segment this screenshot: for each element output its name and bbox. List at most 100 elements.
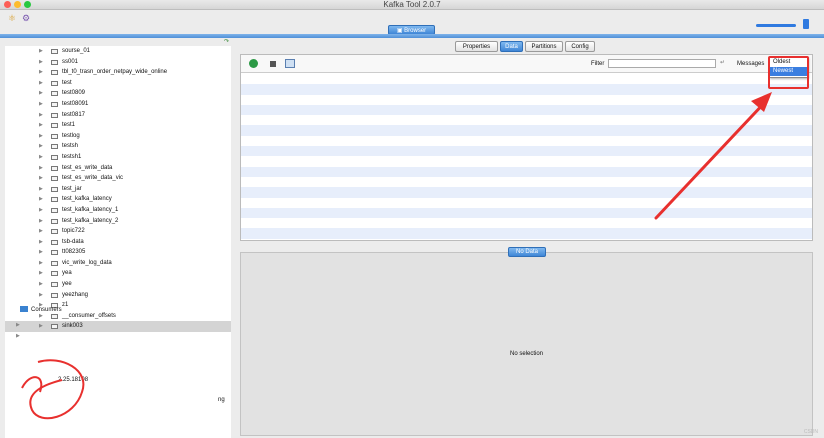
tree-item-topic[interactable]: ▶ test0817 [5, 110, 231, 121]
expand-icon[interactable]: ▶ [39, 247, 43, 258]
tree-item-topic[interactable]: ▶ testsh1 [5, 152, 231, 163]
trash-icon[interactable] [803, 19, 809, 29]
topic-icon [51, 144, 58, 150]
tree-node-hidden[interactable]: ▶ [0, 331, 100, 341]
expand-icon[interactable]: ▶ [39, 290, 43, 301]
table-row[interactable] [241, 74, 812, 85]
table-row[interactable] [241, 125, 812, 136]
table-row[interactable] [241, 104, 812, 116]
topic-label: sourse_01 [62, 48, 91, 54]
expand-icon[interactable]: ▶ [39, 78, 43, 89]
tree-item-topic[interactable]: ▶ yee [5, 279, 231, 290]
expand-icon[interactable]: ▶ [39, 141, 43, 152]
expand-icon[interactable]: ▶ [39, 205, 43, 216]
expand-icon[interactable]: ▶ [39, 57, 43, 68]
table-row[interactable] [241, 146, 812, 157]
messages-label: Messages [737, 61, 765, 67]
view-icon[interactable] [285, 59, 295, 68]
table-row[interactable] [241, 94, 812, 105]
tree-item-topic[interactable]: ▶ test0809 [5, 88, 231, 99]
table-row[interactable] [241, 115, 812, 126]
tree-item-topic[interactable]: ▶ topic722 [5, 226, 231, 237]
table-row[interactable] [241, 207, 812, 219]
progress-bar [756, 24, 796, 27]
table-row[interactable] [241, 228, 812, 239]
table-row[interactable] [241, 176, 812, 188]
tree-item-topic[interactable]: ▶ yeezhang [5, 290, 231, 301]
tree-item-topic[interactable]: ▶ yea [5, 268, 231, 279]
table-row[interactable] [241, 187, 812, 198]
message-detail-panel: No selection [240, 252, 813, 436]
expand-icon[interactable]: ▶ [39, 131, 43, 142]
tree-item-topic[interactable]: ▶ test_es_write_data_vic [5, 173, 231, 184]
play-icon[interactable] [249, 59, 258, 68]
expand-icon[interactable]: ▶ [39, 110, 43, 121]
expand-icon[interactable]: ▶ [39, 152, 43, 163]
tree-item-topic[interactable]: ▶ test_jar [5, 184, 231, 195]
tree-item-topic[interactable]: ▶ tsb-data [5, 237, 231, 248]
expand-icon[interactable]: ▶ [39, 194, 43, 205]
topic-label: z1 [62, 302, 69, 309]
topic-label: test_es_write_data_vic [62, 175, 124, 182]
expand-icon[interactable]: ▶ [39, 237, 43, 248]
table-row[interactable] [241, 218, 812, 229]
refresh-icon[interactable]: ↷ [224, 38, 229, 45]
topic-label: ss001 [62, 58, 79, 65]
topic-label: topic722 [62, 228, 85, 235]
tab-data[interactable]: Data [500, 41, 523, 52]
expand-icon[interactable]: ▶ [39, 120, 43, 131]
expand-icon[interactable]: ▶ [39, 46, 43, 57]
expand-icon[interactable]: ▶ [39, 163, 43, 174]
stop-icon[interactable] [270, 61, 276, 67]
topic-icon [51, 186, 58, 192]
no-selection-text: No selection [509, 351, 544, 357]
tree-item-topic[interactable]: ▶ testlog [5, 131, 231, 142]
filter-apply-icon[interactable]: ↵ [720, 59, 725, 66]
expand-icon[interactable]: ▶ [39, 268, 43, 279]
data-toolbar: Filter ↵ Messages Oldest Newest [241, 55, 812, 78]
tree-item-topic[interactable]: ▶ test_kafka_latency [5, 194, 231, 205]
expand-icon[interactable]: ▶ [39, 184, 43, 195]
expand-icon[interactable]: ▶ [39, 226, 43, 237]
tree-item-topic[interactable]: ▶ testsh [5, 141, 231, 152]
tree-item-topic[interactable]: ▶ tt082305 [5, 247, 231, 258]
tree-item-topic[interactable]: ▶ test08091 [5, 99, 231, 110]
consumers-node[interactable]: Consumers [20, 305, 62, 315]
topic-label: test1 [62, 122, 76, 129]
topic-icon [51, 133, 58, 139]
tree-item-topic[interactable]: ▶ sourse_01 [5, 46, 231, 57]
tab-properties[interactable]: Properties [455, 41, 498, 52]
tree-item-topic[interactable]: ▶ test [5, 78, 231, 89]
table-row[interactable] [241, 135, 812, 147]
table-row[interactable] [241, 166, 812, 177]
topic-icon [51, 101, 58, 107]
table-row[interactable] [241, 197, 812, 208]
plugin-icon[interactable]: ⚙ [22, 13, 30, 24]
message-table [241, 74, 812, 240]
topic-label: yee [62, 281, 72, 288]
expand-icon[interactable]: ▶ [39, 279, 43, 290]
tree-item-topic[interactable]: ▶ vic_write_log_data [5, 258, 231, 269]
tree-item-topic[interactable]: ▶ ss001 [5, 57, 231, 68]
expand-icon[interactable]: ▶ [39, 99, 43, 110]
tab-partitions[interactable]: Partitions [525, 41, 563, 52]
tree-item-topic[interactable]: ▶ test_es_write_data [5, 163, 231, 174]
filter-input[interactable] [608, 59, 716, 68]
expand-icon[interactable]: ▶ [39, 258, 43, 269]
table-row[interactable] [241, 84, 812, 95]
tree-item-topic[interactable]: ▶ tbl_t0_trasn_order_netpay_wide_online [5, 67, 231, 78]
tree-node-hidden[interactable]: ▶ [0, 320, 100, 330]
expand-icon[interactable]: ▶ [39, 173, 43, 184]
tree-item-topic[interactable]: ▶ test_kafka_latency_1 [5, 205, 231, 216]
no-data-button[interactable]: No Data [508, 247, 546, 257]
tree-item-topic[interactable]: ▶ test1 [5, 120, 231, 131]
tab-config[interactable]: Config [565, 41, 595, 52]
tree-item-topic[interactable]: ▶ test_kafka_latency_2 [5, 216, 231, 227]
expand-icon[interactable]: ▶ [39, 88, 43, 99]
expand-icon[interactable]: ▶ [39, 216, 43, 227]
details-panel: Properties Data Partitions Config Filter… [240, 38, 820, 438]
expand-icon[interactable]: ▶ [39, 67, 43, 78]
tree-header: ↷ [5, 38, 231, 46]
table-row[interactable] [241, 156, 812, 167]
connect-icon[interactable]: ⚛ [8, 13, 16, 24]
